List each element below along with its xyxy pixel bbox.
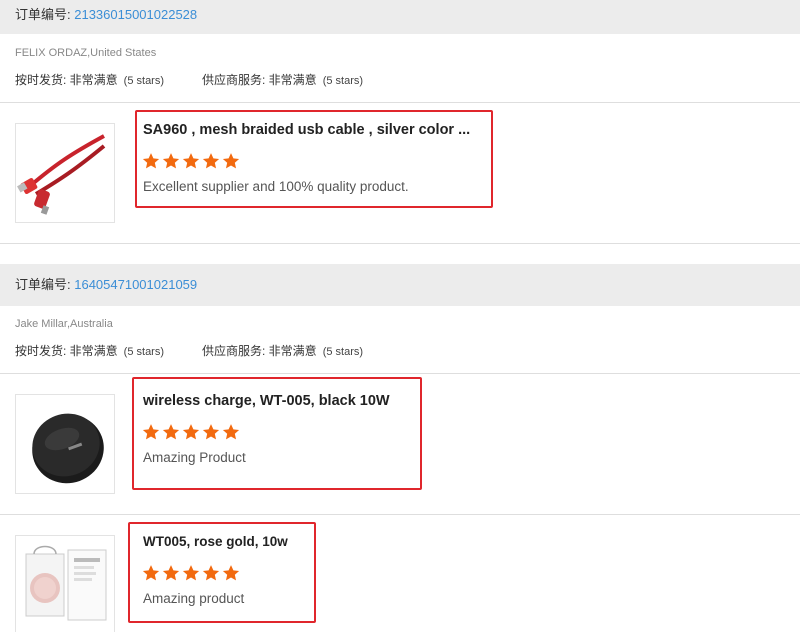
divider	[0, 102, 800, 103]
divider	[0, 514, 800, 515]
wireless-charger-image	[32, 413, 104, 484]
service-rating-stars: (5 stars)	[322, 75, 364, 87]
divider	[0, 243, 800, 244]
buyer-name: FELIX ORDAZ,United States	[15, 47, 157, 59]
order-number-label: 订单编号:	[15, 277, 75, 292]
divider	[0, 373, 800, 374]
delivery-rating-stars: (5 stars)	[123, 346, 165, 358]
star-icon	[182, 153, 200, 169]
star-icon	[222, 424, 240, 440]
star-icon	[182, 565, 200, 581]
seller-ratings: 按时发货: 非常满意 (5 stars) 供应商服务: 非常满意 (5 stars)	[15, 71, 363, 88]
order-header: 订单编号: 21336015001022528	[0, 0, 800, 34]
review-comment: Amazing Product	[143, 450, 246, 465]
order-header: 订单编号: 16405471001021059	[0, 264, 800, 306]
star-icon	[162, 565, 180, 581]
delivery-rating-label: 按时发货: 非常满意	[15, 73, 118, 87]
star-icon	[162, 153, 180, 169]
order-number-label: 订单编号:	[15, 7, 75, 22]
service-rating-label: 供应商服务: 非常满意	[202, 344, 317, 358]
star-icon	[222, 565, 240, 581]
buyer-name: Jake Millar,Australia	[15, 318, 113, 330]
product-image[interactable]	[15, 123, 115, 223]
service-rating-label: 供应商服务: 非常满意	[202, 73, 317, 87]
product-title[interactable]: SA960 , mesh braided usb cable , silver …	[143, 122, 470, 138]
star-icon	[202, 153, 220, 169]
star-icon	[142, 565, 160, 581]
rose-gold-charger-box-image	[25, 545, 107, 621]
star-icon	[222, 153, 240, 169]
star-rating	[142, 152, 240, 170]
review-comment: Amazing product	[143, 591, 245, 606]
service-rating-stars: (5 stars)	[322, 346, 364, 358]
product-title[interactable]: WT005, rose gold, 10w	[143, 534, 288, 549]
star-rating	[142, 564, 240, 582]
star-icon	[142, 153, 160, 169]
star-icon	[202, 424, 220, 440]
delivery-rating-label: 按时发货: 非常满意	[15, 344, 118, 358]
star-rating	[142, 423, 240, 441]
star-icon	[142, 424, 160, 440]
product-image[interactable]	[15, 394, 115, 494]
order-number-link[interactable]: 21336015001022528	[74, 7, 197, 22]
review-comment: Excellent supplier and 100% quality prod…	[143, 179, 409, 194]
star-icon	[182, 424, 200, 440]
order-number-link[interactable]: 16405471001021059	[74, 277, 197, 292]
seller-ratings: 按时发货: 非常满意 (5 stars) 供应商服务: 非常满意 (5 stars)	[15, 342, 363, 359]
star-icon	[202, 565, 220, 581]
product-title[interactable]: wireless charge, WT-005, black 10W	[143, 393, 390, 409]
delivery-rating-stars: (5 stars)	[123, 75, 165, 87]
product-image[interactable]	[15, 535, 115, 632]
star-icon	[162, 424, 180, 440]
usb-cable-image	[17, 134, 106, 215]
